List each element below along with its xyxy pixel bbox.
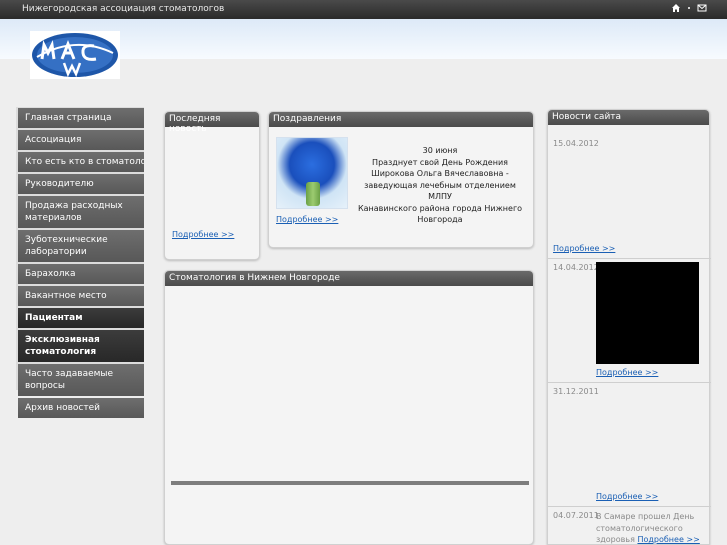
news-date: 04.07.2011	[553, 511, 599, 520]
latest-news-panel: Последняя новость Подробнее >>	[164, 111, 260, 260]
site-title: Нижегородская ассоциация стоматологов	[22, 4, 225, 14]
news-date: 31.12.2011	[553, 387, 599, 396]
sidebar-nav: Главная страница Ассоциация Кто есть кто…	[16, 107, 144, 418]
news-divider	[548, 506, 711, 507]
nav-item-exclusive-dentistry[interactable]: Эксклюзивная стоматология	[18, 330, 144, 362]
nav-item-supplies-sale[interactable]: Продажа расходных материалов	[18, 196, 144, 228]
latest-news-more-link[interactable]: Подробнее >>	[172, 230, 234, 239]
top-icons	[671, 3, 707, 17]
congratulations-text: 30 июня Празднует свой День Рождения Шир…	[357, 145, 523, 226]
news-date: 15.04.2012	[553, 139, 599, 148]
news-more-link[interactable]: Подробнее >>	[596, 492, 658, 501]
vase-shape	[306, 182, 320, 206]
association-logo[interactable]	[30, 31, 120, 79]
site-news-panel: Новости сайта 15.04.2012 Подробнее >> 14…	[547, 109, 711, 545]
congrats-line-1: Празднует свой День Рождения	[372, 157, 508, 167]
congrats-line-3: заведующая лечебным отделением МЛПУ	[364, 180, 516, 202]
nav-item-dental-labs[interactable]: Зуботехнические лаборатории	[18, 230, 144, 262]
nav-item-flea-market[interactable]: Барахолка	[18, 264, 144, 284]
dot-separator-icon	[687, 3, 691, 17]
congrats-date: 30 июня	[422, 146, 458, 155]
news-thumbnail[interactable]	[596, 262, 699, 364]
flower-bouquet-image	[276, 137, 348, 209]
congratulations-more-link[interactable]: Подробнее >>	[276, 215, 338, 224]
nav-item-association[interactable]: Ассоциация	[18, 130, 144, 150]
congratulations-title: Поздравления	[269, 112, 533, 127]
news-divider	[548, 382, 711, 383]
horizontal-scrollbar[interactable]	[171, 481, 529, 485]
news-text: В Самаре прошел День стоматологического …	[596, 511, 706, 545]
news-divider	[548, 258, 711, 259]
congratulations-panel: Поздравления 30 июня Празднует свой День…	[268, 111, 534, 248]
nav-item-vacancies[interactable]: Вакантное место	[18, 286, 144, 306]
news-more-link[interactable]: Подробнее >>	[553, 244, 615, 253]
news-date: 14.04.2012	[553, 263, 599, 272]
nav-item-faq[interactable]: Часто задаваемые вопросы	[18, 364, 144, 396]
mail-icon[interactable]	[697, 3, 707, 17]
top-bar: Нижегородская ассоциация стоматологов	[0, 0, 727, 19]
nav-item-patients[interactable]: Пациентам	[18, 308, 144, 328]
congrats-line-4: Канавинского района города Нижнего	[357, 203, 523, 213]
nav-item-home[interactable]: Главная страница	[18, 108, 144, 128]
congrats-line-2: Широкова Ольга Вячеславовна -	[371, 169, 509, 178]
nav-item-who-is-who[interactable]: Кто есть кто в стоматологии	[18, 152, 144, 172]
dentistry-nn-panel: Стоматология в Нижнем Новгороде	[164, 270, 534, 545]
dentistry-nn-title: Стоматология в Нижнем Новгороде	[165, 271, 533, 286]
site-news-title: Новости сайта	[548, 110, 709, 125]
nav-item-manager[interactable]: Руководителю	[18, 174, 144, 194]
news-more-link[interactable]: Подробнее >>	[596, 368, 658, 377]
congrats-line-5: Новгорода	[417, 215, 463, 224]
home-icon[interactable]	[671, 3, 681, 17]
latest-news-title: Последняя новость	[165, 112, 259, 134]
news-more-link[interactable]: Подробнее >>	[637, 535, 699, 544]
nav-item-news-archive[interactable]: Архив новостей	[18, 398, 144, 418]
